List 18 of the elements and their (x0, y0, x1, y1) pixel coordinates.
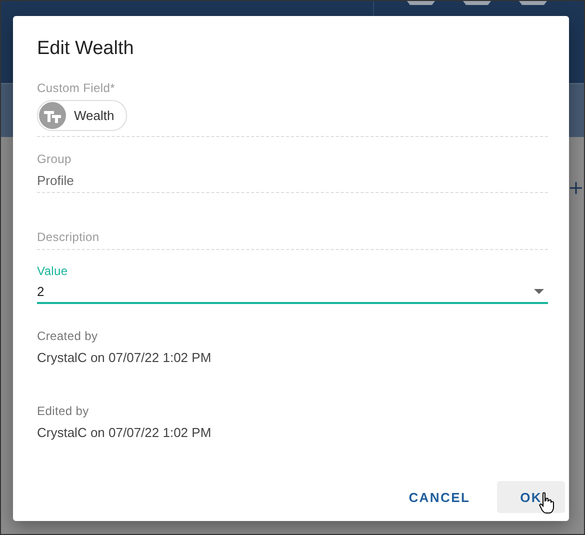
dialog-button[interactable]: CANCEL (398, 481, 482, 513)
dialog-button[interactable]: OK (497, 481, 565, 513)
plus-icon[interactable] (570, 182, 582, 194)
field-label: Created by (37, 329, 98, 344)
field-label: Edited by (37, 404, 89, 419)
text-type-icon (39, 102, 66, 129)
field-label: Value (37, 264, 68, 279)
dialog-title: Edit Wealth (37, 38, 134, 60)
field-value: CrystalC on 07/07/22 1:02 PM (37, 425, 212, 440)
value-dropdown[interactable]: 2 (37, 284, 548, 304)
custom-field-chip[interactable]: Wealth (37, 100, 128, 131)
caret-icon (534, 289, 544, 294)
hand-pointer-icon (539, 492, 555, 514)
field-label: Group (37, 152, 72, 167)
field-label: Custom Field* (37, 81, 115, 96)
field-value: Profile (37, 173, 74, 188)
field-label: Description (37, 230, 100, 245)
field-value: CrystalC on 07/07/22 1:02 PM (37, 350, 212, 365)
